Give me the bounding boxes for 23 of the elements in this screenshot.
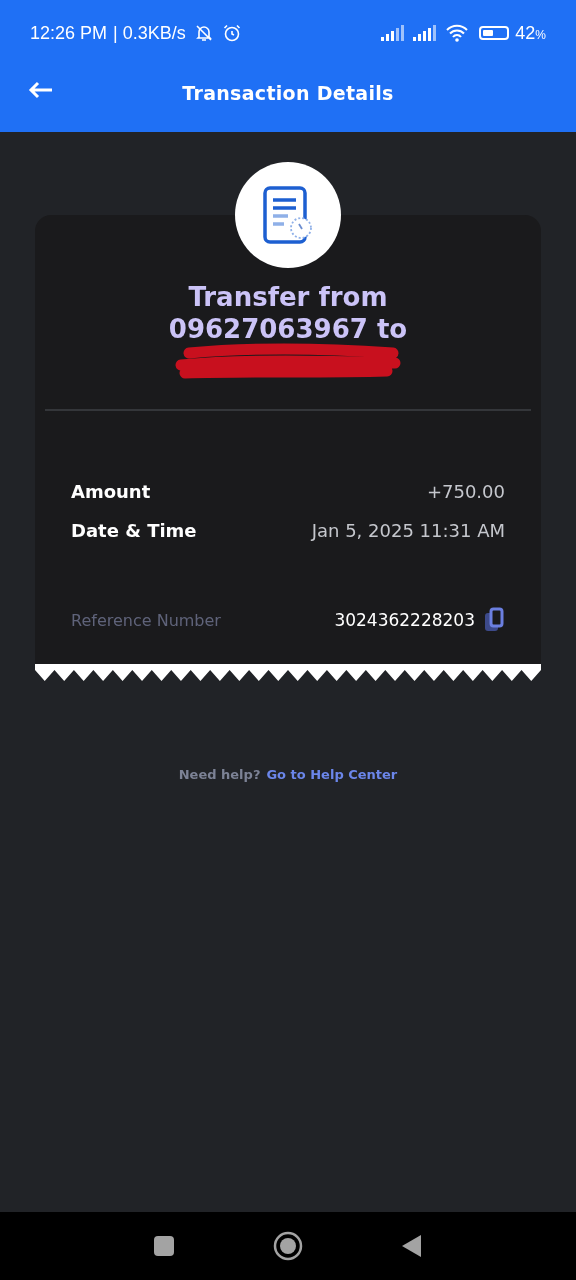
transfer-title: Transfer from 09627063967 to — [167, 281, 409, 345]
back-icon[interactable] — [401, 1234, 423, 1258]
help-prompt: Need help? — [178, 767, 261, 782]
page-title: Transaction Details — [182, 82, 394, 104]
copy-icon[interactable] — [483, 607, 505, 633]
recents-icon[interactable] — [153, 1235, 175, 1257]
detail-value: +750.00 — [426, 481, 505, 502]
status-time: 12:26 PM — [30, 22, 108, 44]
alarm-icon — [221, 23, 242, 43]
network-speed: | 0.3KB/s — [113, 22, 186, 44]
reference-label: Reference Number — [71, 610, 221, 630]
detail-value: Jan 5, 2025 11:31 AM — [311, 520, 505, 541]
back-arrow-icon[interactable] — [28, 81, 54, 99]
wifi-icon — [445, 24, 470, 42]
document-clock-icon — [262, 185, 314, 245]
reference-number: 3024362228203 — [334, 610, 475, 630]
detail-label: Date & Time — [71, 520, 197, 541]
detail-label: Amount — [71, 481, 151, 502]
help-center-link[interactable]: Go to Help Center — [266, 767, 398, 782]
home-icon[interactable] — [273, 1231, 303, 1261]
battery-icon — [479, 26, 510, 40]
battery-percent: 42% — [515, 22, 546, 44]
bell-muted-icon — [193, 23, 214, 43]
